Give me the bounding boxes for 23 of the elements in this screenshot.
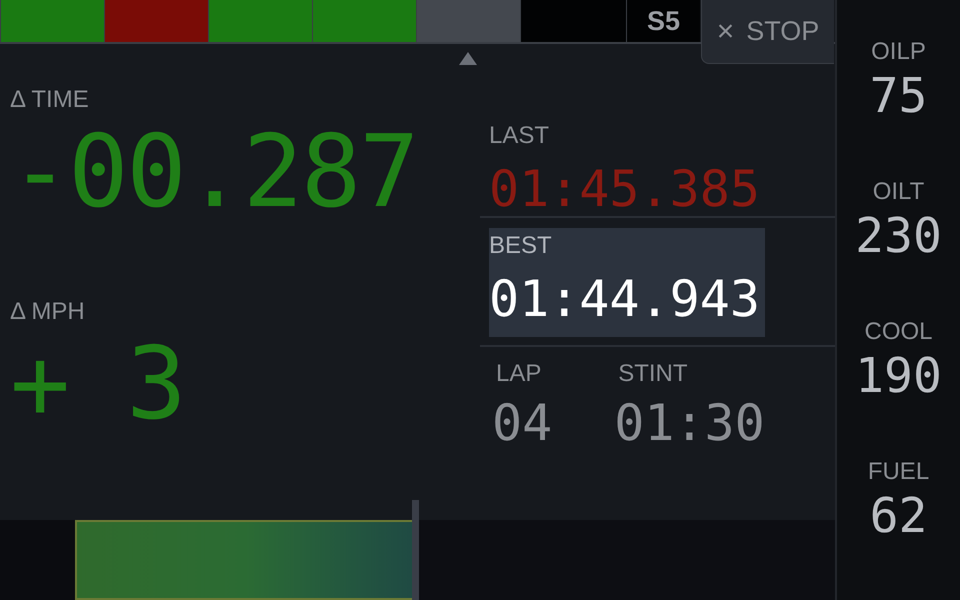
sector-segment: S5 xyxy=(626,0,700,42)
stop-button[interactable]: × STOP xyxy=(701,0,834,64)
delta-value: + 3 xyxy=(10,334,185,434)
lap-label: BEST xyxy=(489,234,552,258)
delta-label: Δ TIME xyxy=(10,88,89,112)
counter-label: STINT xyxy=(617,362,688,386)
lap-label: LAST xyxy=(489,124,550,148)
gauge-label: COOL xyxy=(864,320,932,344)
counter-value: 04 xyxy=(492,398,552,448)
delta-value: -00.287 xyxy=(10,122,418,222)
up-triangle-icon xyxy=(459,52,477,65)
lap-time: 01:45.385 xyxy=(489,164,760,214)
gauge-value: 62 xyxy=(870,492,928,540)
counter-value: 01:30 xyxy=(614,398,765,448)
gauge-value: 190 xyxy=(855,352,942,400)
counter-label: LAP xyxy=(495,362,542,386)
delta-label: Δ MPH xyxy=(10,300,85,324)
gauge-label: OILP xyxy=(871,40,926,64)
gauge-label: OILT xyxy=(872,180,924,204)
lap-time: 01:44.943 xyxy=(489,274,760,324)
gauge-value: 230 xyxy=(855,212,942,260)
gauge-label: FUEL xyxy=(868,460,930,484)
gauge-value: 75 xyxy=(870,72,928,120)
